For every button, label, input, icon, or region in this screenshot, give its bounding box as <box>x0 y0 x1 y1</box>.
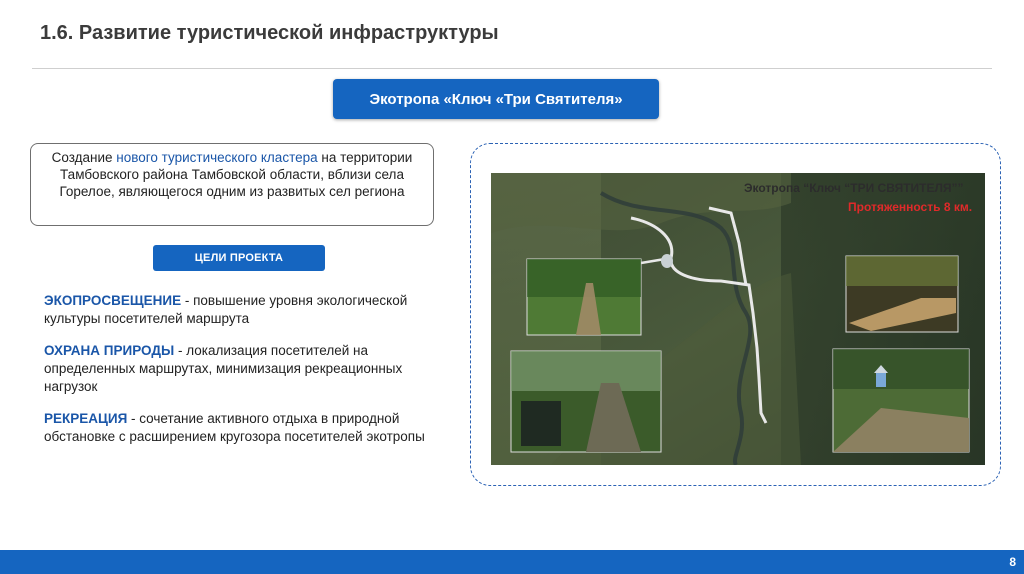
goals-list: ЭКОПРОСВЕЩЕНИЕ - повышение уровня эколог… <box>44 292 444 460</box>
trail-map-image <box>491 173 985 465</box>
title-divider <box>32 68 992 69</box>
ecotrail-banner: Экотропа «Ключ «Три Святителя» <box>333 79 659 119</box>
project-goals-button[interactable]: ЦЕЛИ ПРОЕКТА <box>153 245 325 271</box>
map-title: Экотропа “Ключ “ТРИ СВЯТИТЕЛЯ”” <box>744 181 964 195</box>
goal-item: ОХРАНА ПРИРОДЫ - локализация посетителей… <box>44 342 444 396</box>
page-number: 8 <box>1009 555 1016 569</box>
trail-map-graphic <box>491 173 985 465</box>
intro-text-box: Создание нового туристического кластера … <box>30 143 434 226</box>
footer-bar: 8 <box>0 550 1024 574</box>
goal-title: ОХРАНА ПРИРОДЫ <box>44 343 175 358</box>
goal-item: РЕКРЕАЦИЯ - сочетание активного отдыха в… <box>44 410 444 446</box>
intro-highlight: нового туристического кластера <box>116 150 318 165</box>
goal-title: ЭКОПРОСВЕЩЕНИЕ <box>44 293 182 308</box>
goal-title: РЕКРЕАЦИЯ <box>44 411 128 426</box>
goal-item: ЭКОПРОСВЕЩЕНИЕ - повышение уровня эколог… <box>44 292 444 328</box>
page-title: 1.6. Развитие туристической инфраструкту… <box>40 22 499 44</box>
map-length: Протяженность 8 км. <box>848 200 973 214</box>
intro-text-before: Создание <box>51 150 117 165</box>
